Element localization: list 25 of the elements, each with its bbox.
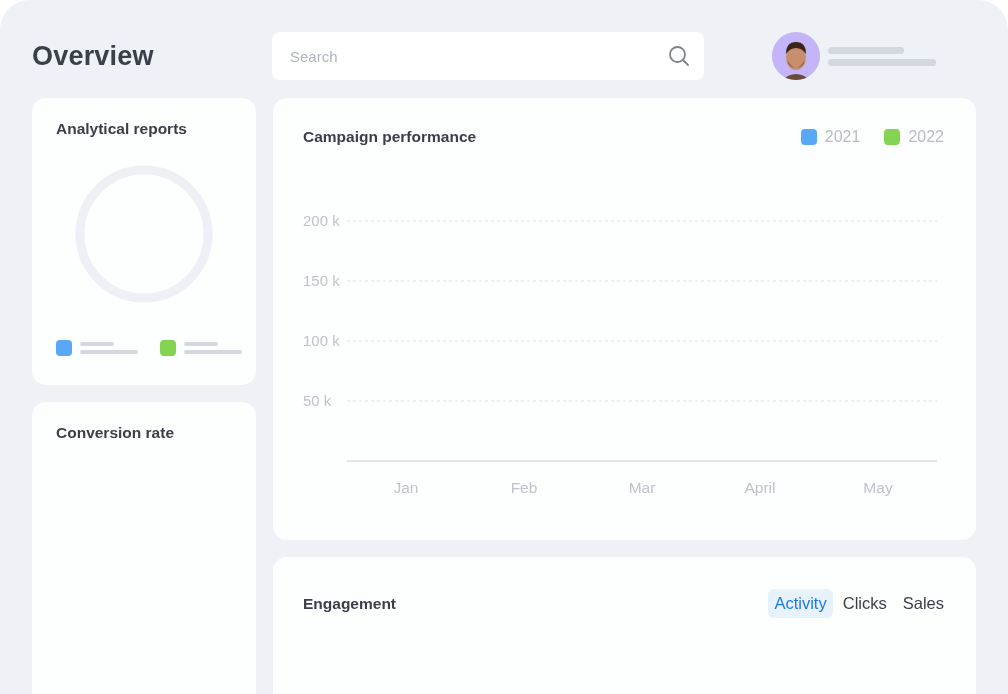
legend-label-placeholder bbox=[184, 341, 242, 355]
legend-label: 2022 bbox=[908, 128, 944, 146]
y-axis-label: 150 k bbox=[303, 272, 340, 289]
legend-label-placeholder bbox=[80, 341, 138, 355]
search-icon[interactable] bbox=[668, 45, 690, 67]
card-title: Campaign performance bbox=[303, 128, 477, 146]
user-avatar[interactable] bbox=[772, 32, 820, 80]
legend-label: 2021 bbox=[824, 128, 861, 146]
page-title: Overview bbox=[32, 40, 155, 72]
x-axis-label: April bbox=[744, 479, 776, 496]
x-axis-label: Feb bbox=[510, 479, 538, 496]
card-title: Engagement bbox=[303, 594, 396, 613]
y-axis-label: 200 k bbox=[303, 212, 340, 229]
x-axis-label: May bbox=[863, 479, 893, 496]
search-field[interactable]: Search bbox=[272, 32, 704, 80]
card-title: Analytical reports bbox=[56, 120, 188, 138]
y-axis-label: 100 k bbox=[303, 332, 340, 349]
engagement-tab[interactable]: Activity bbox=[768, 589, 833, 618]
x-axis-label: Mar bbox=[628, 479, 656, 496]
y-axis-label: 50 k bbox=[303, 392, 332, 409]
engagement-tab[interactable]: Clicks bbox=[836, 589, 893, 618]
x-axis-label: Jan bbox=[393, 479, 419, 496]
card-title: Conversion rate bbox=[56, 424, 175, 442]
search-input[interactable]: Search bbox=[288, 46, 668, 66]
engagement-tab[interactable]: Sales bbox=[896, 589, 950, 618]
